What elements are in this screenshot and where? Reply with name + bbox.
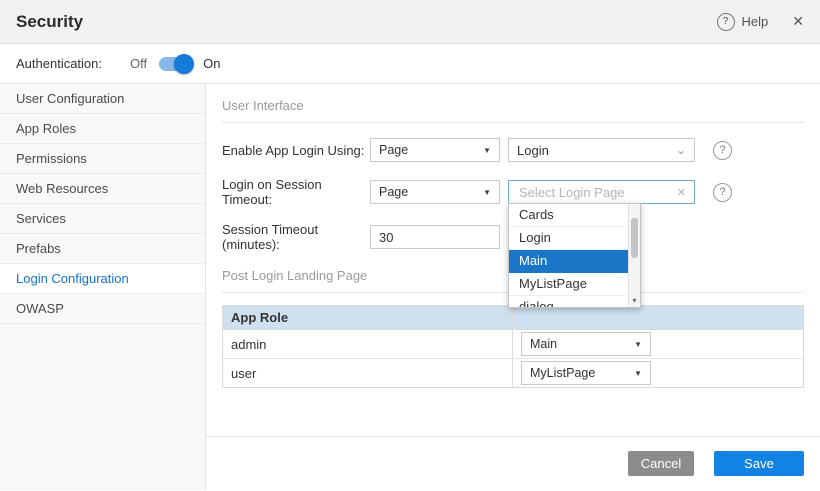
caret-down-icon: ▼	[634, 340, 642, 349]
timeout-login-type-select[interactable]: Page ▼	[370, 180, 500, 204]
app-login-type-select[interactable]: Page ▼	[370, 138, 500, 162]
dropdown-scrollbar[interactable]: ▾	[628, 204, 640, 307]
help-link[interactable]: Help	[742, 14, 769, 29]
select-login-page-input[interactable]	[517, 184, 677, 201]
scrollbar-thumb[interactable]	[631, 218, 638, 258]
session-timeout-label: Session Timeout (minutes):	[222, 222, 370, 252]
dropdown-option-login[interactable]: Login	[509, 227, 640, 250]
sidebar-item-login-configuration[interactable]: Login Configuration	[0, 264, 205, 294]
app-role-column-header: App Role	[223, 306, 513, 329]
sidebar-item-services[interactable]: Services	[0, 204, 205, 234]
scroll-down-icon[interactable]: ▾	[629, 295, 640, 307]
sidebar-item-app-roles[interactable]: App Roles	[0, 114, 205, 144]
enable-app-login-label: Enable App Login Using:	[222, 143, 370, 158]
table-header-row: App Role	[223, 306, 803, 330]
landing-page-cell: Main ▼	[513, 330, 803, 358]
admin-landing-page-value: Main	[530, 337, 557, 351]
admin-landing-page-select[interactable]: Main ▼	[521, 332, 651, 356]
authentication-label: Authentication:	[16, 56, 102, 71]
section-title-user-interface: User Interface	[222, 98, 804, 123]
authentication-bar: Authentication: Off On	[0, 44, 820, 84]
sidebar-item-prefabs[interactable]: Prefabs	[0, 234, 205, 264]
security-dialog: Security ? Help ✕ Authentication: Off On…	[0, 0, 820, 491]
dropdown-option-cards[interactable]: Cards	[509, 204, 640, 227]
caret-down-icon: ▼	[634, 369, 642, 378]
caret-down-icon: ▼	[483, 188, 491, 197]
sidebar: User Configuration App Roles Permissions…	[0, 84, 206, 490]
dialog-body: User Configuration App Roles Permissions…	[0, 84, 820, 490]
app-login-page-value: Login	[517, 143, 549, 158]
table-row: user MyListPage ▼	[223, 359, 803, 387]
sidebar-item-web-resources[interactable]: Web Resources	[0, 174, 205, 204]
help-icon[interactable]: ?	[717, 13, 735, 31]
select-login-page-combo: ✕	[508, 180, 695, 204]
app-login-page-select[interactable]: Login ⌄	[508, 138, 695, 162]
login-configuration-panel: User Interface Enable App Login Using: P…	[206, 84, 820, 490]
titlebar: Security ? Help ✕	[0, 0, 820, 44]
save-button[interactable]: Save	[714, 451, 804, 476]
app-login-type-value: Page	[379, 143, 408, 157]
clear-icon[interactable]: ✕	[677, 186, 686, 199]
chevron-down-icon: ⌄	[676, 145, 686, 155]
timeout-login-type-value: Page	[379, 185, 408, 199]
landing-page-cell: MyListPage ▼	[513, 359, 803, 387]
close-icon[interactable]: ✕	[792, 13, 804, 30]
session-timeout-input[interactable]	[370, 225, 500, 249]
login-on-timeout-label: Login on Session Timeout:	[222, 177, 370, 207]
dialog-footer: Cancel Save	[206, 436, 820, 490]
sidebar-item-user-configuration[interactable]: User Configuration	[0, 84, 205, 114]
toggle-thumb	[174, 54, 194, 74]
page-title: Security	[16, 12, 83, 32]
titlebar-actions: ? Help ✕	[717, 13, 804, 31]
enable-app-login-row: Enable App Login Using: Page ▼ Login ⌄ ?	[222, 138, 804, 162]
authentication-toggle[interactable]	[159, 57, 191, 71]
user-landing-page-value: MyListPage	[530, 366, 595, 380]
help-circle-icon[interactable]: ?	[713, 141, 732, 160]
sidebar-item-permissions[interactable]: Permissions	[0, 144, 205, 174]
login-page-dropdown: Cards Login Main MyListPage dialog ▾	[508, 203, 641, 308]
role-cell: admin	[223, 330, 513, 358]
user-landing-page-select[interactable]: MyListPage ▼	[521, 361, 651, 385]
help-circle-icon[interactable]: ?	[713, 183, 732, 202]
sidebar-item-owasp[interactable]: OWASP	[0, 294, 205, 324]
role-cell: user	[223, 359, 513, 387]
dropdown-option-main[interactable]: Main	[509, 250, 640, 273]
landing-page-column-header	[513, 306, 803, 329]
table-row: admin Main ▼	[223, 330, 803, 359]
dropdown-option-dialog[interactable]: dialog	[509, 296, 640, 308]
caret-down-icon: ▼	[483, 146, 491, 155]
toggle-on-label: On	[203, 56, 220, 71]
dropdown-option-mylistpage[interactable]: MyListPage	[509, 273, 640, 296]
cancel-button[interactable]: Cancel	[628, 451, 694, 476]
app-role-table: App Role admin Main ▼ user	[222, 305, 804, 388]
toggle-off-label: Off	[130, 56, 147, 71]
